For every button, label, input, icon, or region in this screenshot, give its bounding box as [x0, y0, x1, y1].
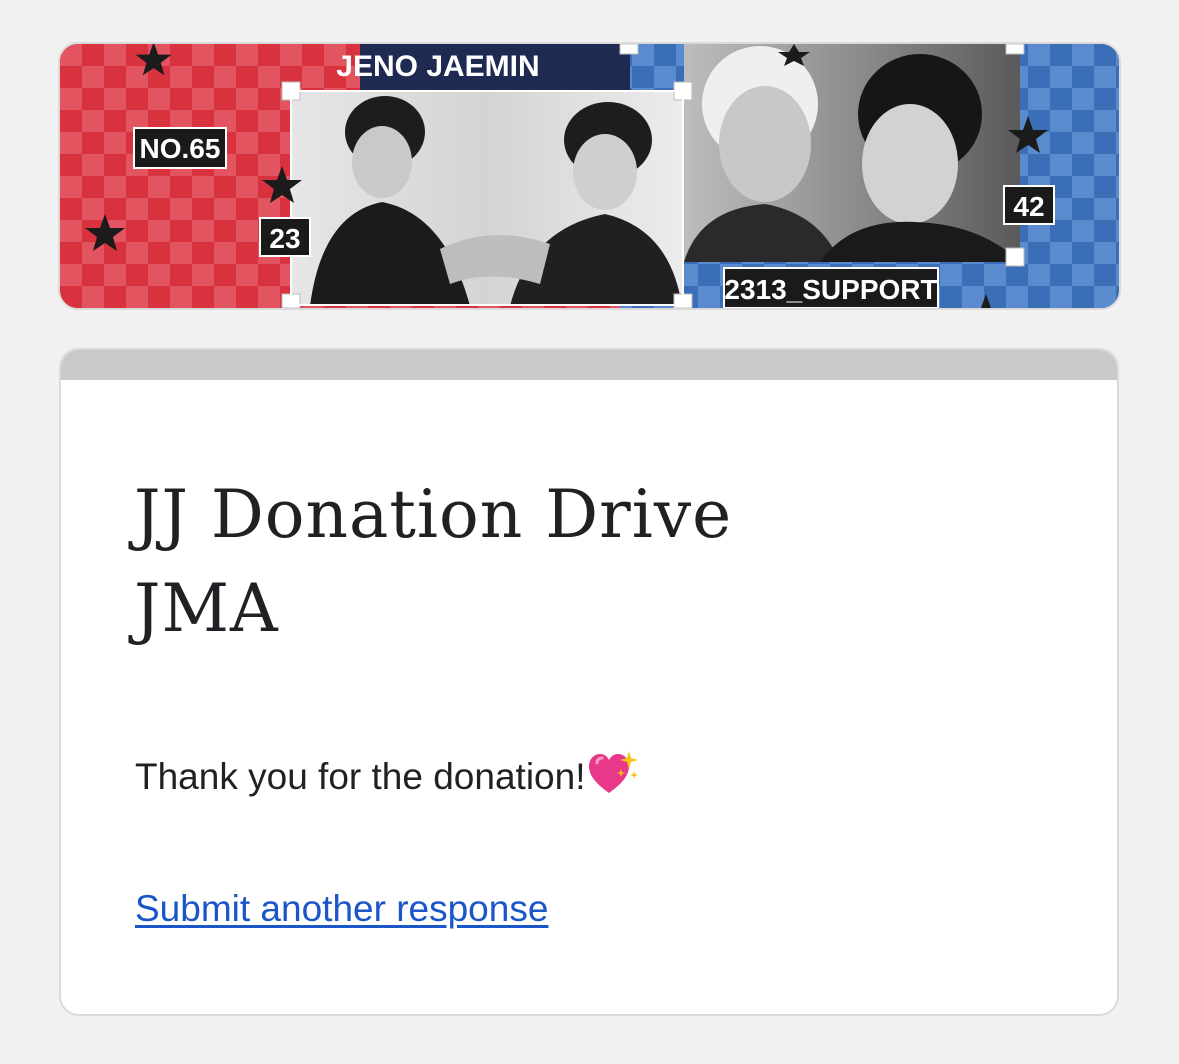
right-photo [684, 44, 1020, 262]
left-photo [292, 92, 682, 306]
confirmation-message: Thank you for the donation! [135, 750, 639, 804]
svg-text:JENO JAEMIN: JENO JAEMIN [336, 50, 539, 83]
form-title-line2: JMA [134, 570, 279, 647]
header-banner: JENO JAEMIN NO.65 23 42 2313_SUPPORT [58, 42, 1121, 310]
left-number-tag: 23 [259, 217, 311, 257]
form-title: JJ Donation Drive JMA [134, 468, 1034, 656]
card-top-accent-bar [61, 350, 1117, 380]
svg-text:42: 42 [1013, 191, 1044, 222]
confirmation-card: JJ Donation Drive JMA Thank you for the … [59, 348, 1119, 1016]
svg-text:NO.65: NO.65 [140, 133, 221, 164]
submit-another-response-link[interactable]: Submit another response [135, 884, 548, 934]
right-number-tag: 42 [1003, 185, 1055, 225]
form-title-line1: JJ Donation Drive [134, 476, 733, 553]
confirmation-text: Thank you for the donation! [135, 756, 586, 797]
sparkling-heart-icon [589, 751, 639, 793]
jeno-jaemin-tag: JENO JAEMIN [336, 50, 539, 83]
svg-text:2313_SUPPORT: 2313_SUPPORT [724, 274, 937, 305]
svg-text:23: 23 [269, 223, 300, 254]
support-tag: 2313_SUPPORT [723, 267, 939, 308]
number-tag: NO.65 [133, 127, 227, 169]
